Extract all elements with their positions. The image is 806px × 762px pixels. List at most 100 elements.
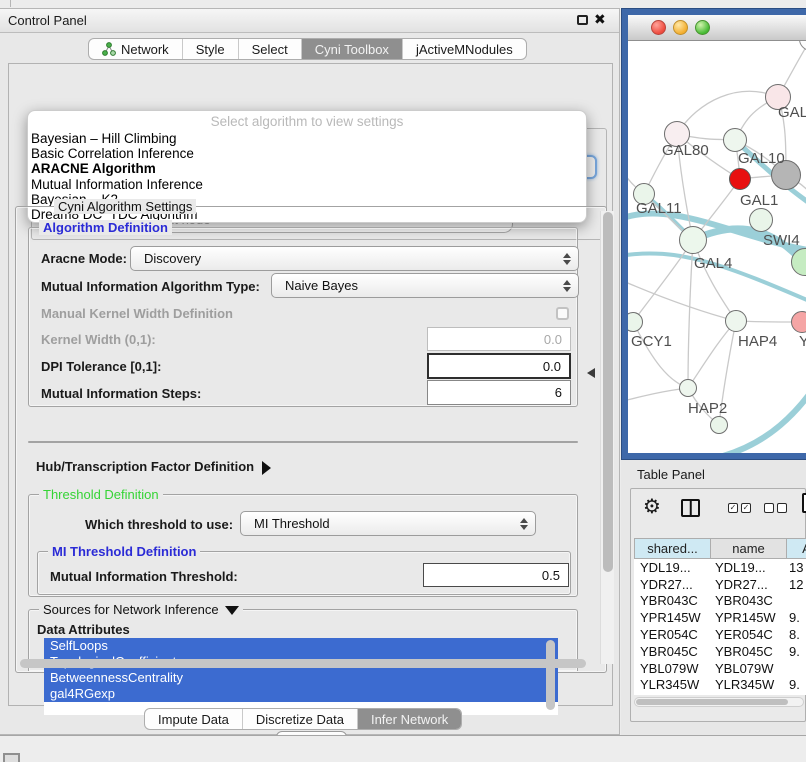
- table-row[interactable]: YLR345WYLR345W9.: [634, 677, 806, 694]
- manual-kernel-label: Manual Kernel Width Definition: [41, 306, 233, 321]
- split-view-icon[interactable]: [681, 499, 700, 517]
- kernel-width-label: Kernel Width (0,1):: [41, 332, 156, 347]
- table-hscrollbar[interactable]: [634, 697, 804, 707]
- table-row[interactable]: YDR27...YDR27...12: [634, 576, 806, 593]
- node-swi4[interactable]: [749, 208, 773, 232]
- combo-arrows-icon: [563, 280, 571, 292]
- tab-style[interactable]: Style: [183, 39, 239, 59]
- table-header-row: shared... name A: [634, 538, 806, 559]
- node-gal4[interactable]: [679, 226, 707, 254]
- table-row[interactable]: YER054CYER054C8.: [634, 626, 806, 643]
- combo-arrows-icon: [563, 253, 571, 265]
- node-label: GAL4: [694, 255, 732, 272]
- dropdown-item-basic-correlation[interactable]: Basic Correlation Inference: [28, 146, 586, 161]
- hub-definition-toggle[interactable]: Hub/Transcription Factor Definition: [36, 459, 271, 475]
- network-canvas[interactable]: GAL GAL80 GAL10 GAL1 GAL11 SWI4 GAL4 GCY…: [628, 41, 806, 453]
- node-salmon[interactable]: [791, 311, 806, 333]
- node-label: HAP4: [738, 333, 777, 350]
- column-header-shared[interactable]: shared...: [634, 538, 711, 559]
- table-row[interactable]: YPR145WYPR145W9.: [634, 609, 806, 626]
- node-label: HAP2: [688, 400, 727, 417]
- cyni-mode-tabbar: Impute Data Discretize Data Infer Networ…: [144, 708, 462, 730]
- node-gal10[interactable]: [723, 128, 747, 152]
- control-panel-title: Control Panel: [8, 13, 87, 28]
- zoom-traffic-light[interactable]: [695, 20, 710, 35]
- node-label: GAL1: [740, 192, 778, 209]
- network-view-window: GAL GAL80 GAL10 GAL1 GAL11 SWI4 GAL4 GCY…: [621, 8, 806, 460]
- threshold-definition-title: Threshold Definition: [39, 487, 163, 502]
- float-window-icon[interactable]: [577, 15, 588, 25]
- tab-network[interactable]: Network: [89, 39, 183, 59]
- checked-column-icon[interactable]: ✓: [741, 503, 751, 513]
- dropdown-item-aracne[interactable]: ARACNE Algorithm: [28, 161, 586, 176]
- mi-threshold-title: MI Threshold Definition: [48, 544, 200, 559]
- tab-infer-network[interactable]: Infer Network: [358, 709, 461, 729]
- checked-column-icon[interactable]: ✓: [728, 503, 738, 513]
- cyni-toolbox-panel: galFiltered.sif default node Select algo…: [8, 63, 613, 706]
- control-panel-tabbar: Network Style Select Cyni Toolbox jActiv…: [88, 38, 527, 60]
- which-threshold-combo[interactable]: MI Threshold: [240, 511, 536, 536]
- sources-title[interactable]: Sources for Network Inference: [39, 602, 243, 617]
- collapse-down-icon: [225, 606, 239, 615]
- table-row[interactable]: YBR043CYBR043C: [634, 593, 806, 610]
- node-hap2[interactable]: [679, 379, 697, 397]
- kernel-width-input[interactable]: 0.0: [427, 327, 571, 351]
- bottom-strip: [0, 736, 806, 762]
- tab-impute-data[interactable]: Impute Data: [145, 709, 243, 729]
- node-partial-bottom[interactable]: [710, 416, 728, 434]
- application-window: Control Panel ✖ Network Style Se: [0, 0, 806, 762]
- dropdown-item-bayesian-hill-climbing[interactable]: Bayesian – Hill Climbing: [28, 131, 586, 146]
- mi-type-combo[interactable]: Naive Bayes: [271, 273, 579, 298]
- mi-threshold-input[interactable]: 0.5: [423, 563, 569, 587]
- node-gal1-red[interactable]: [729, 168, 751, 190]
- data-attributes-list: SelfLoops TopologicalCoefficient Between…: [44, 638, 558, 715]
- tab-select[interactable]: Select: [239, 39, 302, 59]
- network-icon: [102, 42, 116, 56]
- settings-scrollbar[interactable]: [600, 211, 614, 664]
- table-row[interactable]: YBR045CYBR045C9.: [634, 643, 806, 660]
- aracne-mode-combo[interactable]: Discovery: [130, 246, 579, 271]
- table-panel-box: ⚙ ✓ ✓ shared... name A YDL19...YDL19...1…: [630, 488, 806, 722]
- network-window-titlebar: [628, 15, 806, 41]
- top-edge-tick: [10, 0, 11, 7]
- aracne-mode-label: Aracne Mode:: [41, 251, 127, 266]
- gear-icon[interactable]: ⚙: [643, 497, 661, 517]
- dropdown-prompt: Select algorithm to view settings: [28, 111, 586, 131]
- node-hap4[interactable]: [725, 310, 747, 332]
- settings-group-title: Cyni Algorithm Settings: [54, 199, 196, 214]
- column-header-name[interactable]: name: [711, 538, 787, 559]
- list-item[interactable]: gal4RGexp: [44, 686, 558, 702]
- tab-discretize-data[interactable]: Discretize Data: [243, 709, 358, 729]
- list-scrollbar-thumb[interactable]: [546, 640, 555, 710]
- list-item[interactable]: BetweennessCentrality: [44, 670, 558, 686]
- table-row[interactable]: YIL052CYIL052C9: [634, 693, 806, 695]
- expand-right-icon: [262, 461, 271, 475]
- dropdown-item-mutual-information[interactable]: Mutual Information Inference: [28, 177, 586, 192]
- minimize-traffic-light[interactable]: [673, 20, 688, 35]
- settings-scrollbar-thumb[interactable]: [603, 212, 613, 572]
- mi-steps-input[interactable]: 6: [427, 380, 571, 405]
- table-row[interactable]: YBL079WYBL079W: [634, 660, 806, 677]
- cyni-algorithm-settings-group: Cyni Algorithm Settings Algorithm Defini…: [15, 206, 607, 673]
- table-hscrollbar-thumb[interactable]: [636, 699, 788, 705]
- dpi-tolerance-label: DPI Tolerance [0,1]:: [41, 359, 161, 374]
- node-label: Y: [799, 333, 806, 350]
- settings-hscrollbar-thumb[interactable]: [20, 659, 586, 668]
- panel-corner-icon[interactable]: [3, 753, 20, 762]
- node-label: GCY1: [631, 333, 672, 350]
- dpi-tolerance-input[interactable]: 0.0: [427, 353, 571, 379]
- close-traffic-light[interactable]: [651, 20, 666, 35]
- column-header-partial[interactable]: A: [787, 538, 806, 559]
- unchecked-column-icon[interactable]: [764, 503, 774, 513]
- list-item[interactable]: SelfLoops: [44, 638, 558, 654]
- document-icon[interactable]: [802, 493, 806, 513]
- mi-steps-label: Mutual Information Steps:: [41, 386, 201, 401]
- unchecked-column-icon[interactable]: [777, 503, 787, 513]
- manual-kernel-checkbox[interactable]: [556, 307, 569, 320]
- tab-jactivemnodules[interactable]: jActiveMNodules: [403, 39, 526, 59]
- tab-cyni-toolbox[interactable]: Cyni Toolbox: [302, 39, 403, 59]
- close-icon[interactable]: ✖: [594, 11, 606, 28]
- table-panel: Table Panel ⚙ ✓ ✓ shared... name A YDL19…: [621, 460, 806, 735]
- table-row[interactable]: YDL19...YDL19...13: [634, 559, 806, 576]
- algorithm-definition-group: Algorithm Definition Aracne Mode: Discov…: [28, 227, 578, 407]
